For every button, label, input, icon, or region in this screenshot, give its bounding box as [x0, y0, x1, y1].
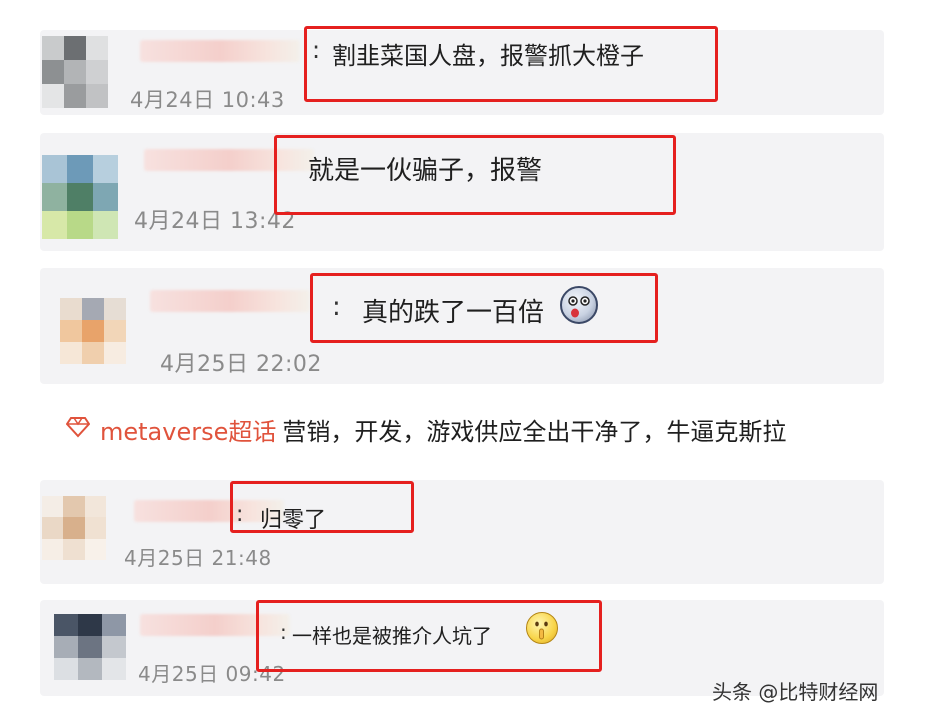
- avatar[interactable]: [54, 614, 126, 680]
- username-blurred[interactable]: [140, 40, 300, 62]
- highlight-box: [310, 273, 658, 343]
- comment-time: 4月24日 13:42: [134, 209, 296, 234]
- comment-card: : 归零了 4月25日 21:48: [40, 480, 884, 584]
- diamond-icon: [65, 416, 91, 438]
- highlight-box: [256, 600, 602, 672]
- avatar[interactable]: [42, 155, 118, 239]
- avatar[interactable]: [42, 496, 106, 560]
- highlight-box: [274, 135, 676, 215]
- comment-time: 4月25日 22:02: [160, 352, 322, 377]
- highlight-box: [230, 481, 414, 533]
- avatar[interactable]: [42, 36, 108, 108]
- avatar[interactable]: [60, 298, 126, 364]
- username-blurred[interactable]: [150, 290, 310, 312]
- highlight-box: [304, 26, 718, 102]
- comment-time: 4月24日 10:43: [130, 88, 285, 112]
- topic-line: metaverse超话 营销，开发，游戏供应全出干净了，牛逼克斯拉: [100, 412, 786, 447]
- comment-time: 4月25日 21:48: [124, 546, 272, 570]
- topic-text: 营销，开发，游戏供应全出干净了，牛逼克斯拉: [282, 418, 787, 446]
- watermark: 头条 @比特财经网: [712, 680, 879, 704]
- topic-tag-link[interactable]: metaverse超话: [100, 418, 276, 446]
